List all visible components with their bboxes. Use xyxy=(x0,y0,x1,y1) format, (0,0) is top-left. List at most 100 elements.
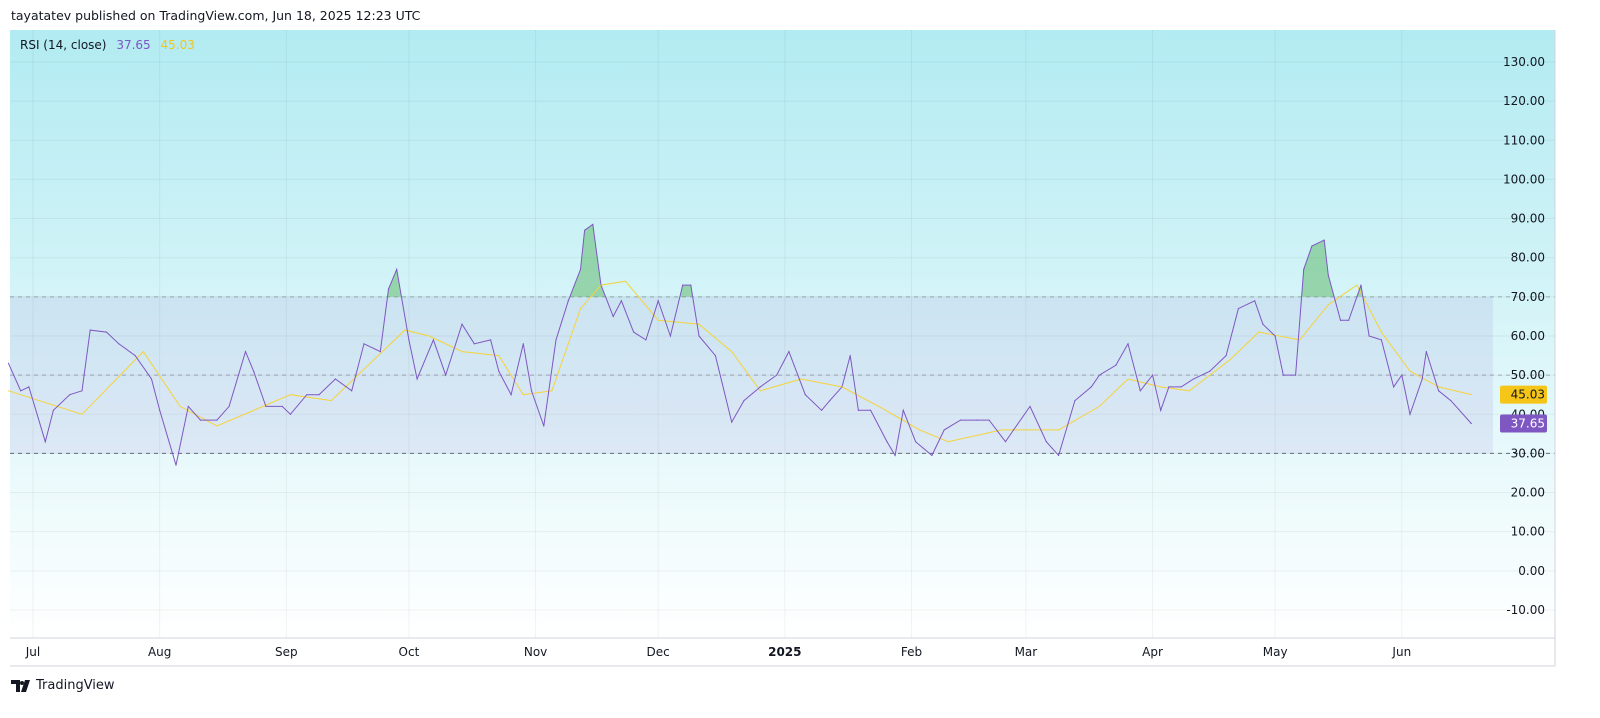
rsi-point xyxy=(1237,307,1239,310)
rsi-point xyxy=(134,354,136,357)
rsi-point xyxy=(1425,351,1427,353)
y-tick-label: 60.00 xyxy=(1511,329,1545,343)
x-tick-label: Sep xyxy=(275,645,298,659)
tradingview-logo-icon xyxy=(11,679,30,692)
rsi-point xyxy=(89,329,91,331)
ma-point xyxy=(428,335,430,337)
rsi-point xyxy=(20,390,22,392)
rsi-point xyxy=(820,409,823,411)
rsi-point xyxy=(1090,386,1092,388)
rsi-point xyxy=(579,268,582,271)
ma-point xyxy=(142,351,144,353)
rsi-point xyxy=(543,425,545,427)
rsi-point xyxy=(1168,386,1170,388)
y-tick-label: 0.00 xyxy=(1518,564,1545,578)
rsi-point xyxy=(1360,284,1362,286)
ma-point xyxy=(216,425,218,427)
rsi-point xyxy=(1401,374,1403,376)
rsi-point xyxy=(657,300,659,302)
rsi-point xyxy=(804,394,806,396)
ma-point xyxy=(1470,394,1472,396)
rsi-point xyxy=(1409,413,1411,415)
rsi-point xyxy=(1057,454,1060,456)
ma-point xyxy=(1409,370,1411,372)
y-tick-label: 30.00 xyxy=(1511,446,1545,460)
ma-point xyxy=(179,405,181,407)
rsi-point xyxy=(943,429,945,431)
rsi-point xyxy=(914,441,917,443)
rsi-point xyxy=(698,335,700,337)
rsi-point xyxy=(620,300,622,302)
y-tick-label: 110.00 xyxy=(1503,133,1545,147)
rsi-point xyxy=(1262,323,1264,325)
ma-point xyxy=(1127,378,1129,380)
rsi-point xyxy=(849,354,851,357)
rsi-point xyxy=(416,378,418,380)
ma-point xyxy=(1098,405,1100,407)
y-tick-label: 90.00 xyxy=(1511,212,1545,226)
rsi-point xyxy=(351,390,353,392)
y-tick-label: 50.00 xyxy=(1511,368,1545,382)
tradingview-logo[interactable]: TradingView xyxy=(11,678,115,693)
rsi-point xyxy=(1160,409,1162,411)
rsi-point xyxy=(1151,374,1154,376)
ma-point xyxy=(800,378,802,380)
rsi-point xyxy=(612,315,614,318)
rsi-point xyxy=(592,223,594,226)
ma-point xyxy=(731,351,733,353)
rsi-point xyxy=(1139,390,1141,392)
ma-point xyxy=(947,441,949,443)
rsi-point xyxy=(1311,245,1313,247)
ma-point xyxy=(1188,390,1190,392)
rsi-point xyxy=(159,409,161,411)
ma-point xyxy=(841,386,843,388)
rsi-point xyxy=(633,331,635,333)
ma-value: 45.03 xyxy=(160,38,195,52)
rsi-point xyxy=(387,288,390,290)
rsi-point xyxy=(690,284,692,286)
ma-point xyxy=(367,364,369,366)
rsi-point xyxy=(931,454,933,456)
rsi-point xyxy=(584,229,586,231)
rsi-point xyxy=(555,339,557,341)
rsi-last-value-label: 37.65 xyxy=(1511,416,1545,430)
rsi-point xyxy=(81,390,83,392)
ma-point xyxy=(698,323,700,325)
rsi-point xyxy=(731,421,733,423)
rsi-point xyxy=(199,419,202,421)
rsi-point xyxy=(857,409,859,411)
x-tick-label: Jul xyxy=(25,645,40,659)
rsi-point xyxy=(788,351,790,353)
rsi-point xyxy=(645,339,647,341)
x-tick-label: Mar xyxy=(1015,645,1038,659)
rsi-point xyxy=(306,394,308,396)
rsi-point xyxy=(1192,378,1195,380)
rsi-point xyxy=(334,378,336,380)
rsi-point xyxy=(1029,405,1031,408)
rsi-point xyxy=(445,374,447,376)
rsi-point xyxy=(289,413,292,415)
ma-point xyxy=(1229,358,1231,360)
rsi-value: 37.65 xyxy=(116,38,151,52)
rsi-point xyxy=(408,339,410,341)
rsi-point xyxy=(886,441,888,443)
ma-point xyxy=(1058,429,1060,431)
ma-point xyxy=(1438,386,1440,388)
ma-point xyxy=(522,394,524,396)
rsi-point xyxy=(1282,374,1284,376)
rsi-point xyxy=(396,268,398,271)
rsi-point xyxy=(318,394,320,396)
rsi-point xyxy=(1348,319,1350,321)
rsi-point xyxy=(1045,441,1047,443)
rsi-point xyxy=(1098,374,1101,376)
indicator-legend: RSI (14, close) 37.65 45.03 xyxy=(20,38,201,52)
x-tick-label: Oct xyxy=(399,645,420,659)
rsi-point xyxy=(1225,354,1227,357)
ma-point xyxy=(1380,331,1382,333)
ma-point xyxy=(7,390,9,392)
rsi-point xyxy=(432,339,435,341)
indicator-name: RSI (14, close) xyxy=(20,38,107,52)
rsi-point xyxy=(281,405,283,408)
rsi-point xyxy=(1327,274,1329,276)
x-tick-label: Jun xyxy=(1391,645,1411,659)
